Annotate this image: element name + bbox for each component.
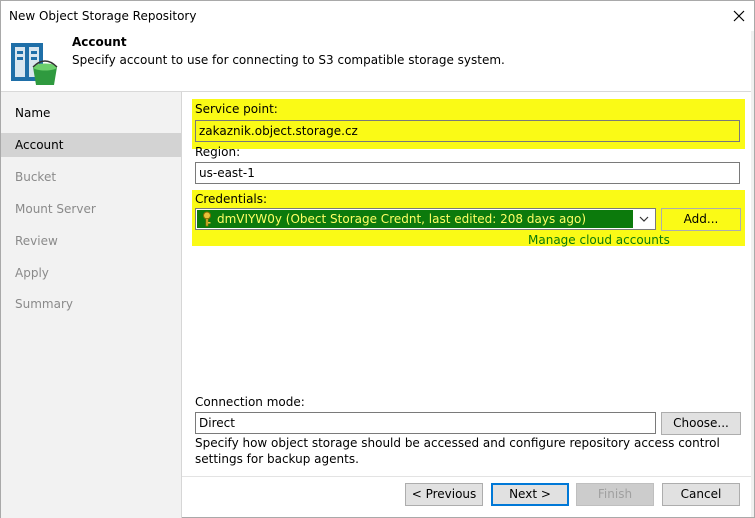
credentials-label: Credentials:	[195, 192, 268, 206]
add-credentials-button[interactable]: Add...	[661, 208, 741, 231]
step-name[interactable]: Name	[1, 101, 181, 125]
connection-mode-label: Connection mode:	[195, 395, 305, 409]
finish-button[interactable]: Finish	[576, 483, 654, 506]
scroll-edge	[751, 31, 754, 517]
next-button[interactable]: Next >	[491, 483, 569, 506]
manage-cloud-accounts-link[interactable]: Manage cloud accounts	[528, 233, 670, 247]
connection-mode-input[interactable]: Direct	[195, 412, 656, 434]
footer-divider	[182, 476, 754, 477]
connection-mode-help: Specify how object storage should be acc…	[195, 436, 720, 466]
key-icon	[203, 211, 211, 227]
region-input[interactable]: us-east-1	[195, 162, 740, 184]
page-description: Specify account to use for connecting to…	[72, 53, 505, 67]
credentials-dropdown-toggle[interactable]	[634, 210, 654, 228]
cancel-button[interactable]: Cancel	[662, 483, 740, 506]
step-bucket[interactable]: Bucket	[1, 165, 181, 189]
chevron-down-icon	[639, 216, 649, 222]
service-point-input[interactable]: zakaznik.object.storage.cz	[195, 120, 740, 142]
region-label: Region:	[195, 145, 241, 159]
previous-button[interactable]: < Previous	[405, 483, 483, 506]
step-review[interactable]: Review	[1, 229, 181, 253]
credentials-dropdown[interactable]: dmVIYW0y (Obect Storage Crednt, last edi…	[195, 208, 656, 230]
wizard-window: New Object Storage Repository Account Sp…	[0, 0, 755, 518]
credentials-value: dmVIYW0y (Obect Storage Crednt, last edi…	[217, 212, 587, 226]
step-apply[interactable]: Apply	[1, 261, 181, 285]
title-bar: New Object Storage Repository	[1, 1, 754, 31]
step-account[interactable]: Account	[1, 133, 181, 157]
step-mount-server[interactable]: Mount Server	[1, 197, 181, 221]
wizard-steps-sidebar: Name Account Bucket Mount Server Review …	[1, 92, 182, 518]
window-title: New Object Storage Repository	[9, 9, 197, 23]
page-title: Account	[72, 35, 127, 49]
wizard-header: Account Specify account to use for conne…	[1, 31, 754, 91]
account-form: Service point: zakaznik.object.storage.c…	[182, 92, 754, 518]
credentials-selected: dmVIYW0y (Obect Storage Crednt, last edi…	[197, 210, 633, 228]
close-button[interactable]	[728, 5, 750, 27]
choose-connection-mode-button[interactable]: Choose...	[661, 412, 741, 435]
step-summary[interactable]: Summary	[1, 292, 181, 316]
object-storage-repository-icon	[11, 43, 58, 85]
close-icon	[733, 10, 745, 22]
service-point-label: Service point:	[195, 102, 278, 116]
